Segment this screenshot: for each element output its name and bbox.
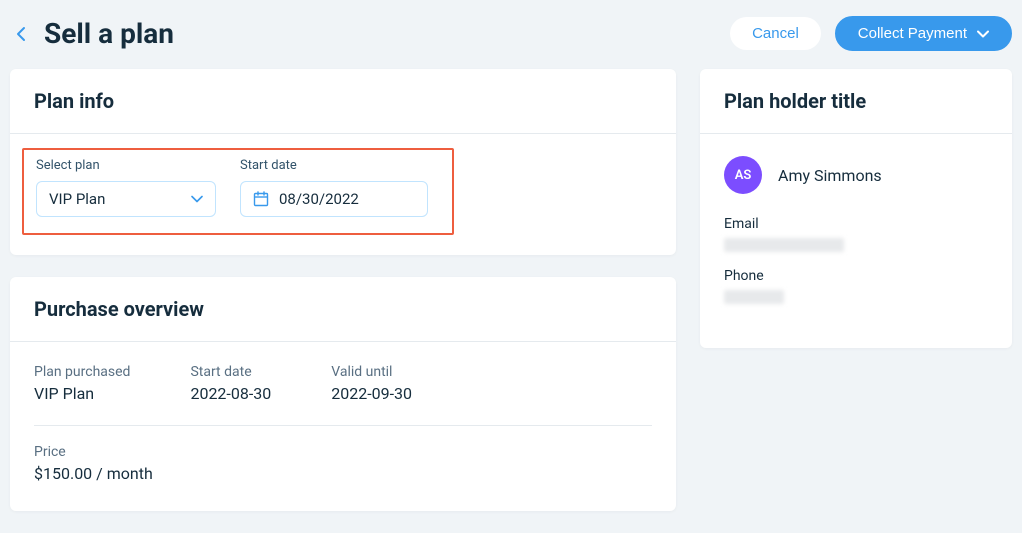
- valid-until-label: Valid until: [331, 364, 412, 380]
- start-date-ov-value: 2022-08-30: [190, 384, 271, 403]
- start-date-label: Start date: [240, 158, 428, 173]
- start-date-input[interactable]: 08/30/2022: [240, 181, 428, 217]
- page-title: Sell a plan: [44, 17, 174, 50]
- collect-payment-button[interactable]: Collect Payment: [835, 16, 1012, 51]
- chevron-down-icon: [191, 195, 203, 203]
- email-value-redacted: [724, 238, 844, 252]
- select-plan-label: Select plan: [36, 158, 216, 173]
- phone-label: Phone: [724, 268, 988, 284]
- purchase-overview-card: Purchase overview Plan purchased VIP Pla…: [10, 277, 676, 511]
- calendar-icon: [253, 191, 269, 207]
- plan-info-card: Plan info Select plan VIP Plan: [10, 69, 676, 255]
- select-plan-dropdown[interactable]: VIP Plan: [36, 181, 216, 217]
- email-label: Email: [724, 216, 988, 232]
- collect-payment-label: Collect Payment: [858, 25, 967, 42]
- chevron-down-icon: [977, 30, 989, 38]
- avatar-initials: AS: [735, 168, 752, 183]
- purchase-overview-title: Purchase overview: [34, 297, 652, 321]
- page-header: Sell a plan Cancel Collect Payment: [10, 10, 1012, 69]
- plan-holder-title: Plan holder title: [724, 89, 988, 113]
- avatar: AS: [724, 156, 762, 194]
- plan-purchased-label: Plan purchased: [34, 364, 130, 380]
- price-label: Price: [34, 444, 652, 460]
- start-date-ov-label: Start date: [190, 364, 271, 380]
- cancel-button[interactable]: Cancel: [730, 17, 821, 50]
- back-button[interactable]: [10, 23, 32, 45]
- plan-purchased-value: VIP Plan: [34, 384, 130, 403]
- cancel-button-label: Cancel: [752, 25, 799, 42]
- holder-name: Amy Simmons: [778, 166, 882, 185]
- plan-info-title: Plan info: [34, 89, 652, 113]
- plan-info-highlight: Select plan VIP Plan Start date: [22, 148, 454, 235]
- start-date-value: 08/30/2022: [279, 190, 359, 208]
- plan-holder-card: Plan holder title AS Amy Simmons Email: [700, 69, 1012, 348]
- chevron-left-icon: [16, 26, 26, 42]
- phone-value-redacted: [724, 290, 784, 304]
- price-value: $150.00 / month: [34, 464, 652, 483]
- valid-until-value: 2022-09-30: [331, 384, 412, 403]
- divider: [34, 425, 652, 426]
- select-plan-value: VIP Plan: [49, 190, 105, 208]
